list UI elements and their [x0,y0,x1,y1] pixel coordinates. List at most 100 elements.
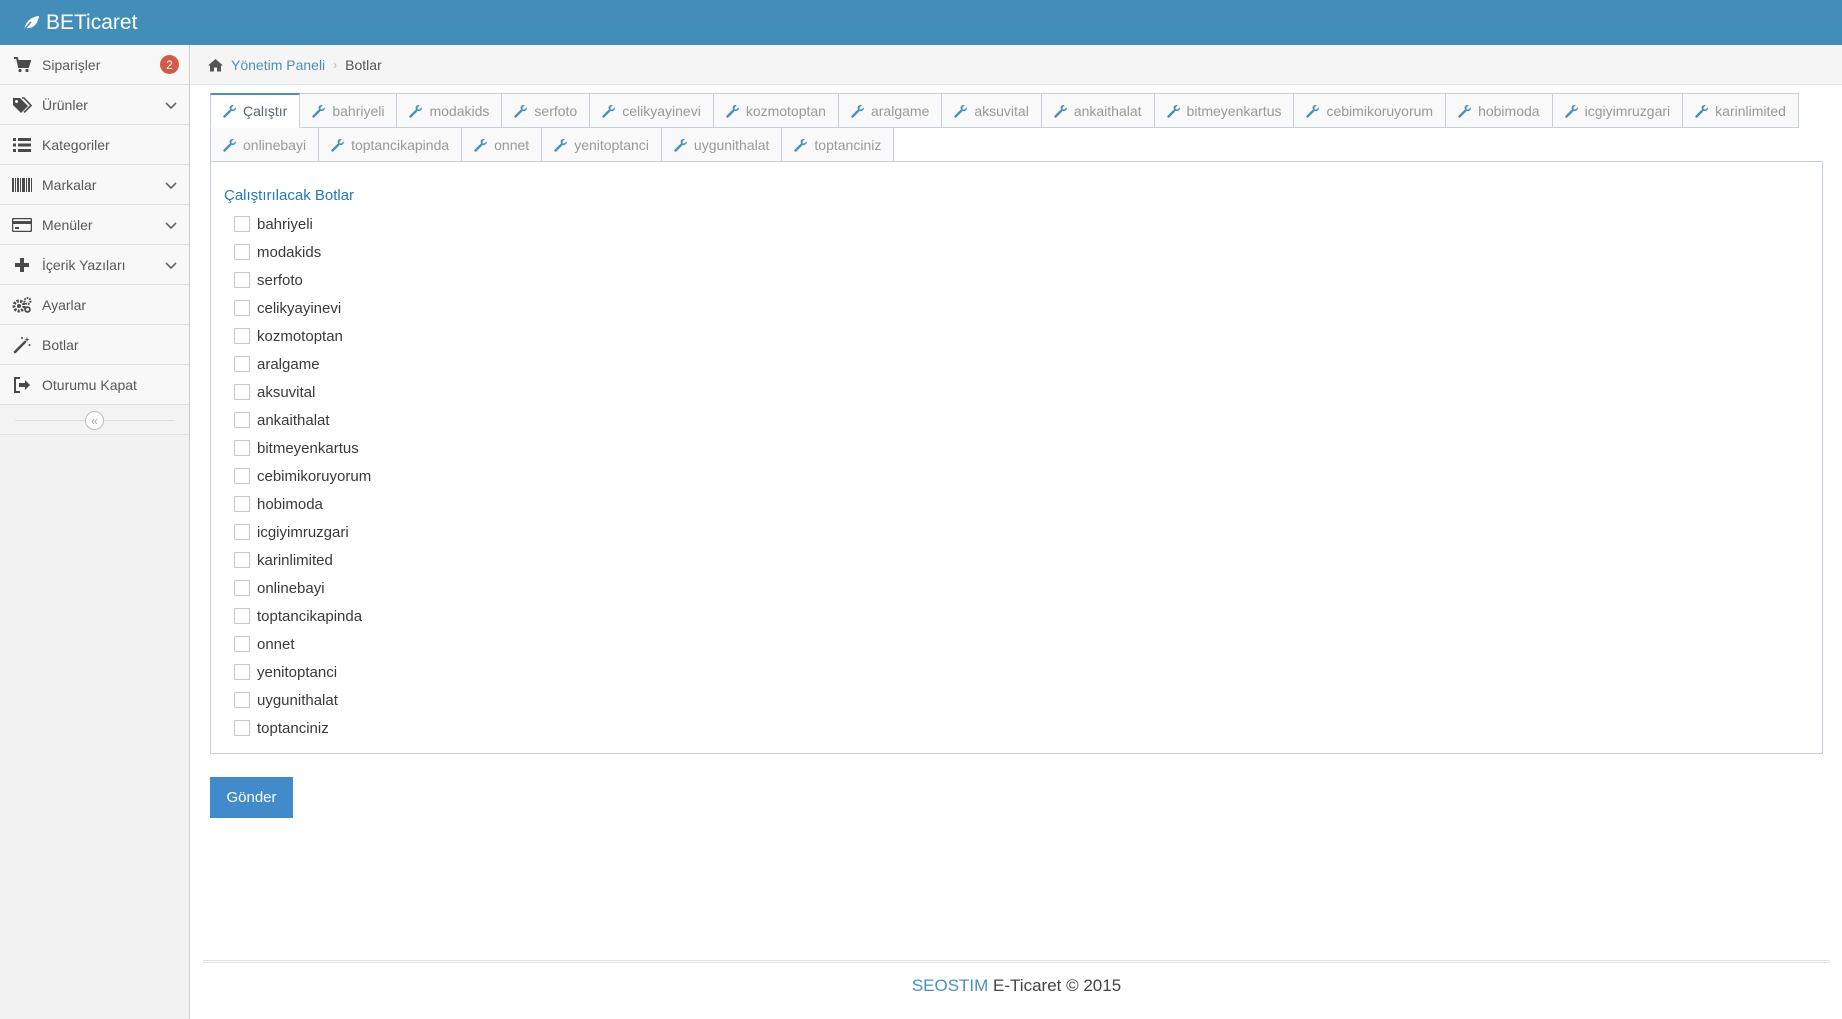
bot-option[interactable]: hobimoda [224,490,1809,518]
tags-icon [12,95,32,115]
tab-9[interactable]: bitmeyenkartus [1153,93,1295,128]
tab-17[interactable]: yenitoptanci [541,127,662,162]
sidebar-item-label: Kategoriler [42,136,110,153]
tab-1[interactable]: bahriyeli [299,93,398,128]
leaf-icon [22,15,39,31]
wrench-icon [674,138,694,152]
sidebar-item-6[interactable]: Ayarlar [0,285,189,325]
chevron-down-icon [165,97,177,113]
tab-2[interactable]: modakids [396,93,503,128]
checkbox[interactable] [234,440,250,456]
checkbox[interactable] [234,720,250,736]
wrench-icon [1054,104,1074,118]
sidebar-item-3[interactable]: Markalar [0,165,189,205]
double-chevron-left-icon[interactable]: « [85,411,104,430]
tab-7[interactable]: aksuvital [941,93,1042,128]
checkbox[interactable] [234,496,250,512]
tab-16[interactable]: onnet [461,127,543,162]
bot-option[interactable]: onnet [224,630,1809,658]
bot-option[interactable]: modakids [224,238,1809,266]
sidebar-item-0[interactable]: Siparişler 2 [0,45,189,85]
bot-option[interactable]: icgiyimruzgari [224,518,1809,546]
tab-18[interactable]: uygunithalat [660,127,783,162]
checkbox[interactable] [234,300,250,316]
checkbox[interactable] [234,412,250,428]
tab-14[interactable]: onlinebayi [210,127,320,162]
bot-option[interactable]: kozmotoptan [224,322,1809,350]
tab-8[interactable]: ankaithalat [1040,93,1155,128]
bot-option-label: icgiyimruzgari [257,523,349,541]
checkbox[interactable] [234,244,250,260]
bot-option-label: uygunithalat [257,691,338,709]
wrench-icon [312,104,332,118]
sign-out-icon [12,375,32,395]
checkbox[interactable] [234,356,250,372]
bot-option[interactable]: celikyayinevi [224,294,1809,322]
brand-logo[interactable]: BETicaret [22,11,137,35]
wrench-icon [474,138,494,152]
wrench-icon [1458,104,1478,118]
checkbox[interactable] [234,468,250,484]
checkbox[interactable] [234,328,250,344]
tab-0[interactable]: Çalıştır [210,93,301,128]
bot-option[interactable]: toptanciniz [224,714,1809,742]
bot-option[interactable]: aralgame [224,350,1809,378]
bot-option-label: hobimoda [257,495,323,513]
chevron-down-icon [165,177,177,193]
checkbox[interactable] [234,216,250,232]
tab-12[interactable]: icgiyimruzgari [1551,93,1684,128]
tab-15[interactable]: toptancikapinda [318,127,463,162]
tab-pane-run: Çalıştırılacak Botlar bahriyeli modakids s… [210,161,1823,754]
credit-card-icon [12,215,32,235]
tab-10[interactable]: cebimikoruyorum [1293,93,1447,128]
sidebar-item-label: Botlar [42,336,79,353]
sidebar-item-1[interactable]: Ürünler [0,85,189,125]
checkbox[interactable] [234,636,250,652]
bot-option-label: onnet [257,635,295,653]
bot-option-label: bitmeyenkartus [257,439,359,457]
sidebar-item-2[interactable]: Kategoriler [0,125,189,165]
sidebar-item-5[interactable]: İçerik Yazıları [0,245,189,285]
bot-option[interactable]: bitmeyenkartus [224,434,1809,462]
bot-option[interactable]: serfoto [224,266,1809,294]
sidebar-item-8[interactable]: Oturumu Kapat [0,365,189,405]
bot-option[interactable]: aksuvital [224,378,1809,406]
tab-label: hobimoda [1478,102,1540,119]
tab-13[interactable]: karinlimited [1682,93,1799,128]
submit-button[interactable]: Gönder [210,777,293,818]
wrench-icon [602,104,622,118]
bot-option[interactable]: cebimikoruyorum [224,462,1809,490]
tab-5[interactable]: kozmotoptan [712,93,839,128]
checkbox[interactable] [234,272,250,288]
sidebar-item-label: Ayarlar [42,296,87,313]
breadcrumb-home-link[interactable]: Yönetim Paneli [231,57,325,73]
checkbox[interactable] [234,384,250,400]
bot-option[interactable]: ankaithalat [224,406,1809,434]
checkbox[interactable] [234,692,250,708]
wrench-icon [554,138,574,152]
checkbox[interactable] [234,664,250,680]
bot-option[interactable]: toptancikapinda [224,602,1809,630]
tab-4[interactable]: celikyayinevi [589,93,714,128]
bot-option[interactable]: onlinebayi [224,574,1809,602]
bot-option[interactable]: yenitoptanci [224,658,1809,686]
tab-label: bahriyeli [332,102,385,119]
bot-option[interactable]: uygunithalat [224,686,1809,714]
gears-icon [12,295,32,315]
bot-option[interactable]: karinlimited [224,546,1809,574]
sidebar-item-4[interactable]: Menüler [0,205,189,245]
footer: SEOSTIM E-Ticaret © 2015 [191,976,1842,996]
tab-label: onnet [494,136,530,153]
checkbox[interactable] [234,552,250,568]
tab-19[interactable]: toptanciniz [781,127,895,162]
checkbox[interactable] [234,608,250,624]
tab-11[interactable]: hobimoda [1445,93,1553,128]
checkbox[interactable] [234,524,250,540]
checkbox[interactable] [234,580,250,596]
sidebar-item-7[interactable]: Botlar [0,325,189,365]
tab-label: Çalıştır [243,103,288,119]
bot-option[interactable]: bahriyeli [224,210,1809,238]
tab-3[interactable]: serfoto [501,93,591,128]
breadcrumb-current: Botlar [345,56,382,73]
tab-6[interactable]: aralgame [837,93,943,128]
